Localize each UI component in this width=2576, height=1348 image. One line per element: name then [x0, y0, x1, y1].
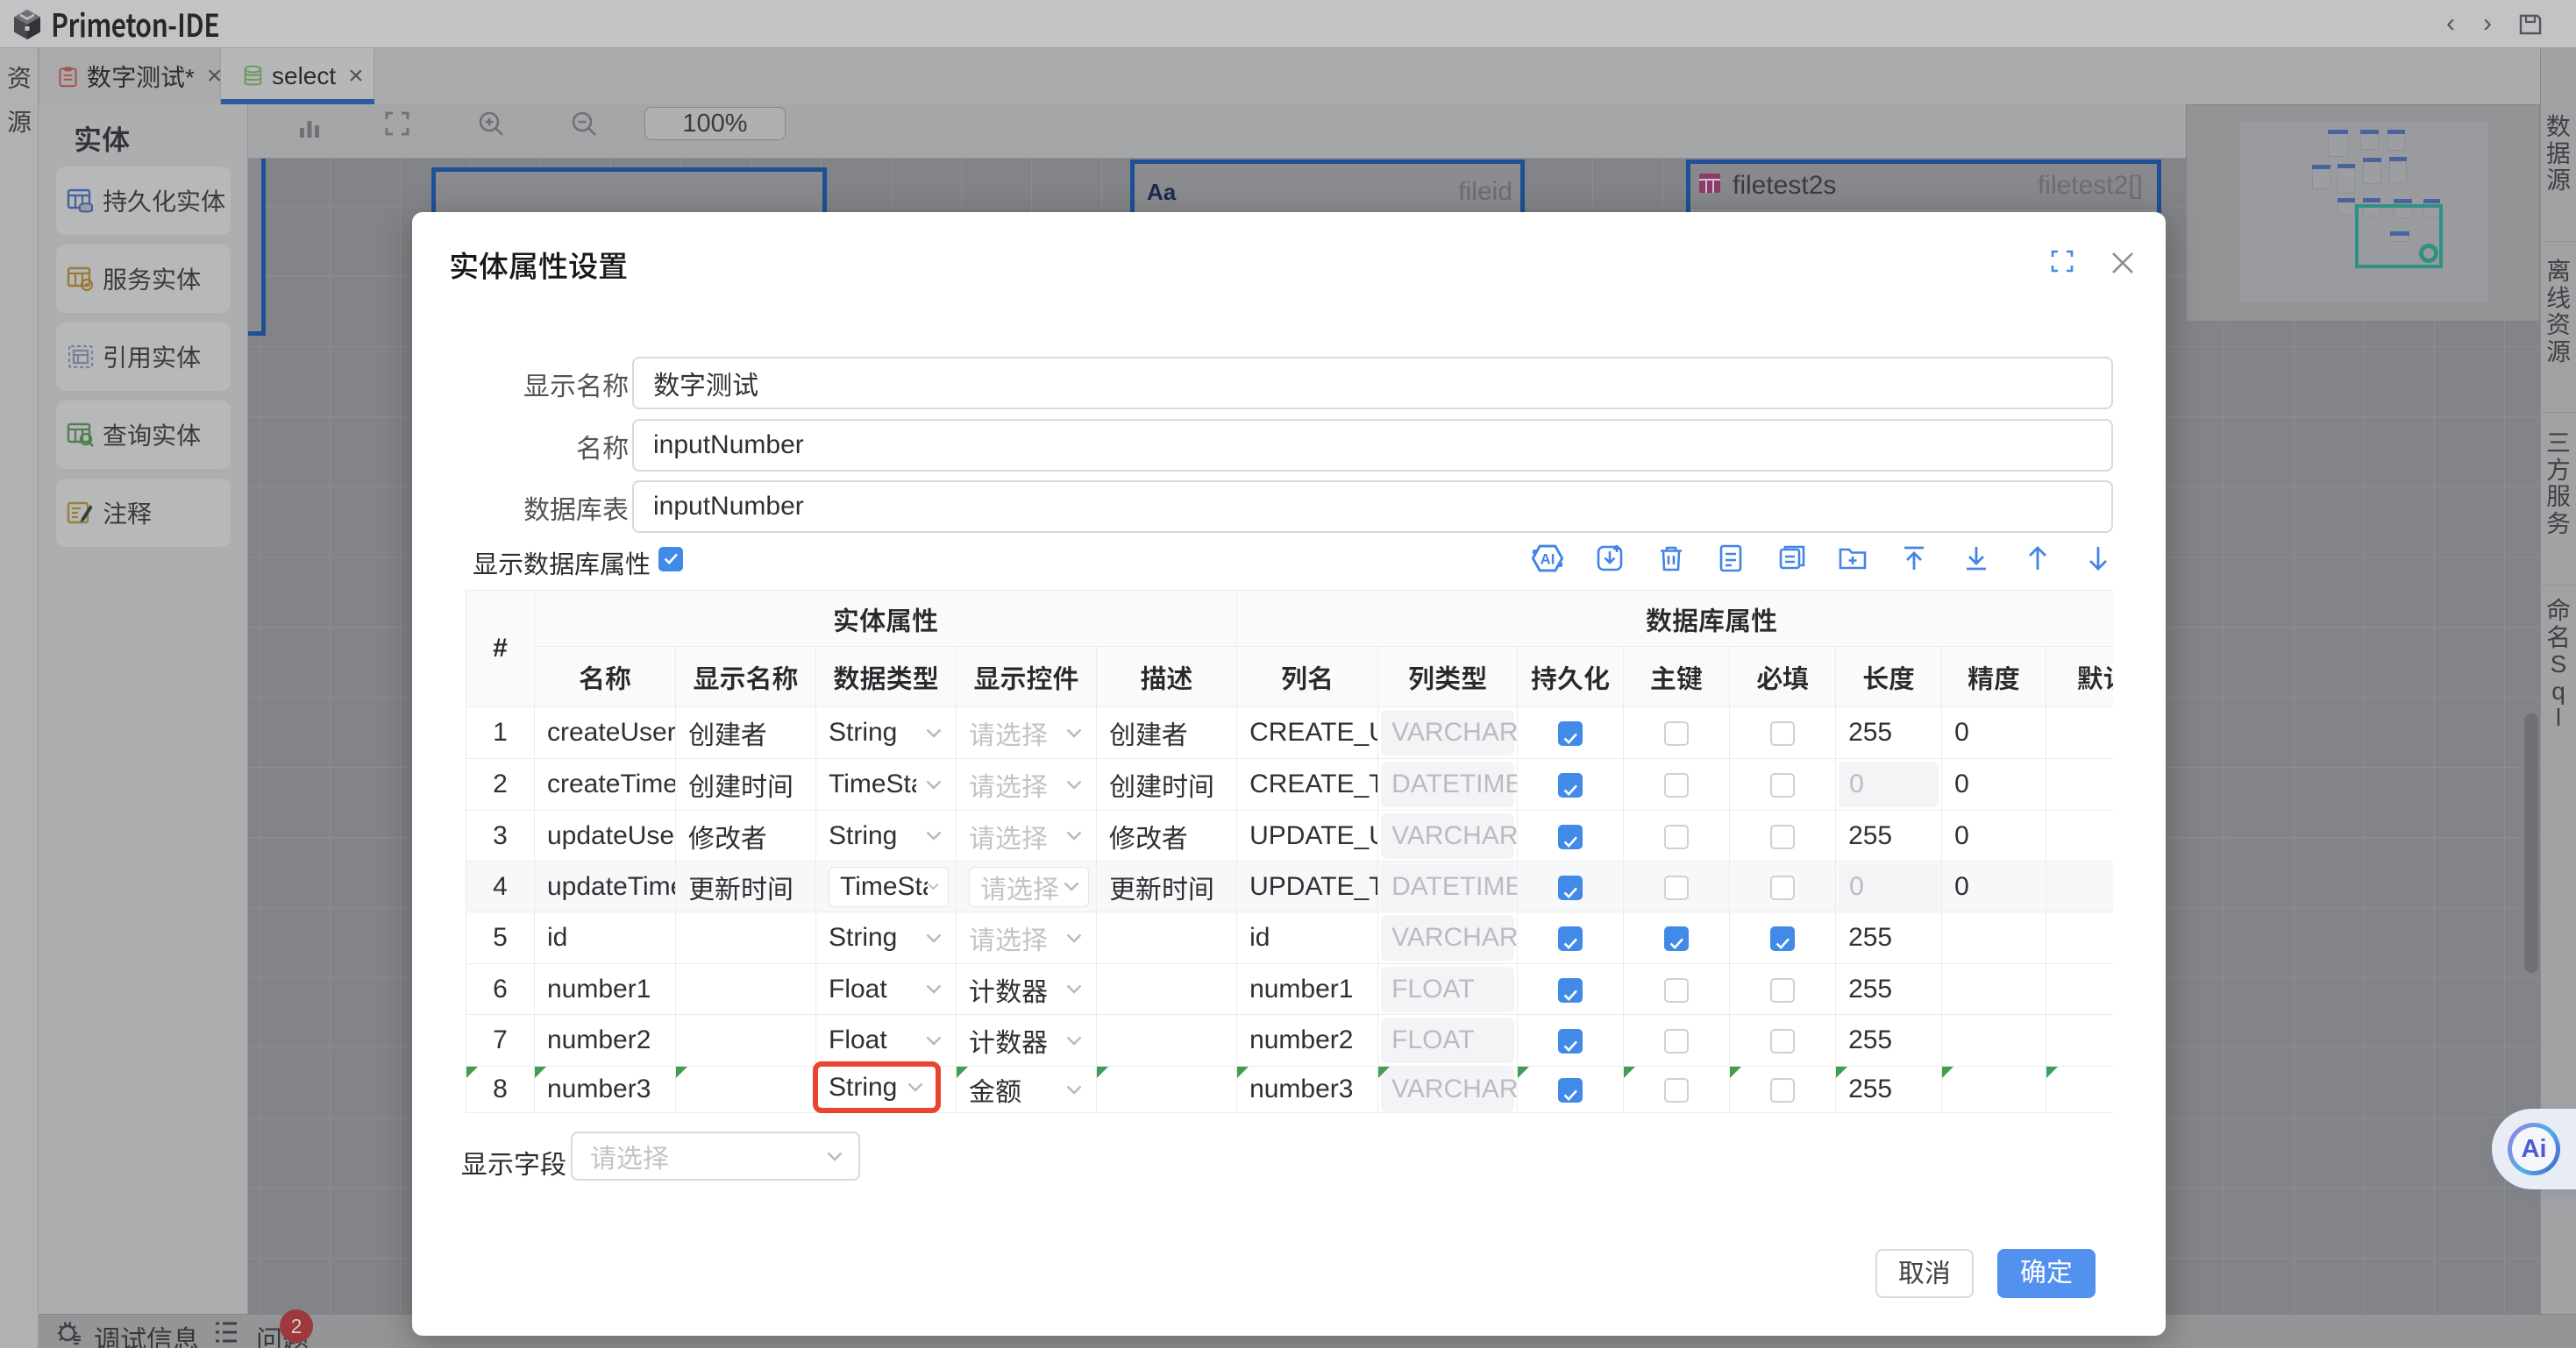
svg-text:AI: AI — [1541, 551, 1555, 568]
